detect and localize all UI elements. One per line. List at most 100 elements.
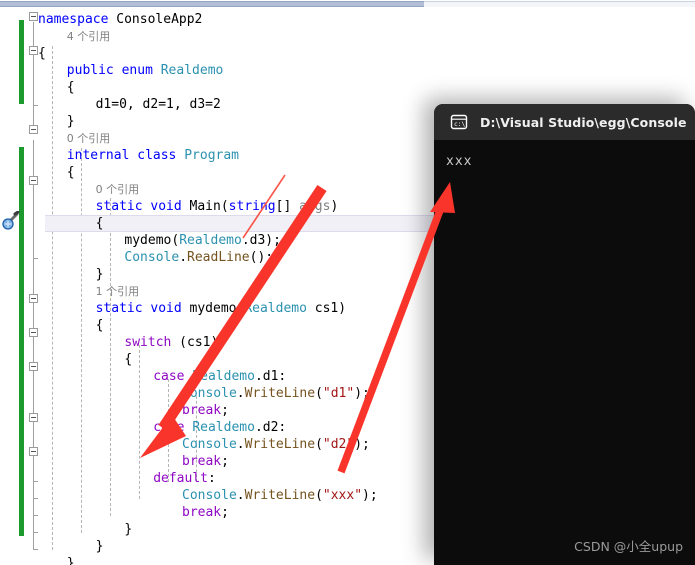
- console-prompt-icon: c:\: [450, 113, 468, 131]
- code-token: .d2:: [254, 420, 287, 435]
- console-title-text: D:\Visual Studio\egg\Console: [480, 114, 687, 130]
- console-output-text: xxx: [446, 154, 473, 169]
- code-token: );: [354, 386, 370, 401]
- code-token: (: [315, 488, 323, 503]
- code-line[interactable]: }: [96, 266, 104, 283]
- code-line[interactable]: }: [67, 555, 75, 565]
- code-line[interactable]: {: [67, 164, 75, 181]
- code-token: Main: [189, 199, 221, 214]
- code-line[interactable]: switch (cs1): [124, 334, 218, 351]
- code-token: {: [124, 352, 133, 367]
- code-token: break: [182, 403, 222, 418]
- code-token: WriteLine: [244, 488, 316, 503]
- console-output-area[interactable]: xxx CSDN @小全upup: [434, 140, 695, 565]
- code-line[interactable]: {: [67, 79, 75, 96]
- code-token: WriteLine: [244, 386, 316, 401]
- code-line[interactable]: 1 个引用: [96, 283, 140, 300]
- code-line[interactable]: break;: [182, 453, 229, 470]
- code-token: {: [66, 165, 75, 180]
- code-token: []: [275, 199, 300, 214]
- code-token: 1 个引用: [95, 285, 140, 298]
- code-token: Realdemo: [192, 420, 255, 435]
- code-token: default: [153, 471, 208, 486]
- console-titlebar[interactable]: c:\ D:\Visual Studio\egg\Console ✕: [434, 104, 695, 140]
- code-token: Realdemo: [244, 301, 307, 316]
- code-token: string: [228, 199, 276, 214]
- code-line[interactable]: static void Main(string[] args): [96, 198, 339, 215]
- code-token: {: [38, 46, 46, 61]
- code-line[interactable]: break;: [182, 504, 229, 521]
- code-token: 4 个引用: [66, 30, 111, 43]
- code-line[interactable]: internal class Program: [67, 147, 239, 164]
- code-token: ;: [221, 454, 229, 469]
- code-line[interactable]: case Realdemo.d1:: [153, 368, 286, 385]
- code-line[interactable]: mydemo(Realdemo.d3);: [124, 232, 281, 249]
- horizontal-scrollbar[interactable]: [0, 0, 695, 8]
- code-token: Realdemo: [192, 369, 255, 384]
- code-token: Console: [124, 250, 180, 265]
- code-token: (: [315, 437, 323, 452]
- code-token: ();: [249, 250, 274, 265]
- code-token: WriteLine: [244, 437, 316, 452]
- code-line[interactable]: {: [124, 351, 132, 368]
- code-token: Console: [182, 386, 237, 401]
- code-token: ;: [221, 505, 229, 520]
- code-token: switch: [124, 335, 172, 350]
- code-token: class: [137, 148, 185, 163]
- code-token: (cs1): [171, 335, 219, 350]
- code-token: 0 个引用: [66, 132, 111, 145]
- code-line[interactable]: Console.ReadLine();: [124, 249, 273, 266]
- code-line[interactable]: case Realdemo.d2:: [153, 419, 286, 436]
- code-line[interactable]: 0 个引用: [67, 130, 111, 147]
- code-line[interactable]: {: [38, 45, 46, 62]
- code-token: enum: [121, 63, 161, 78]
- code-line[interactable]: break;: [182, 402, 229, 419]
- code-token: .: [236, 488, 245, 503]
- code-token: (: [220, 199, 229, 214]
- code-line[interactable]: namespace ConsoleApp2: [38, 11, 202, 28]
- code-line[interactable]: 0 个引用: [96, 181, 140, 198]
- code-token: mydemo: [189, 301, 237, 316]
- code-token: }: [66, 556, 75, 565]
- code-token: cs1): [306, 301, 347, 316]
- code-line[interactable]: }: [67, 113, 75, 130]
- code-line[interactable]: public enum Realdemo: [67, 62, 224, 79]
- code-token: public: [66, 63, 122, 78]
- code-token: .: [236, 437, 245, 452]
- code-token: namespace: [38, 12, 117, 27]
- code-line[interactable]: {: [96, 317, 104, 334]
- scrollbar-thumb[interactable]: [0, 1, 424, 7]
- code-token: args: [299, 199, 331, 214]
- code-token: ;: [221, 403, 229, 418]
- code-line[interactable]: {: [96, 215, 104, 232]
- code-token: static: [95, 199, 151, 214]
- code-token: 0 个引用: [95, 183, 140, 196]
- code-token: static: [95, 301, 151, 316]
- code-token: .d1:: [254, 369, 287, 384]
- code-line[interactable]: Console.WriteLine("d2");: [182, 436, 370, 453]
- code-token: Realdemo: [160, 63, 224, 78]
- code-line[interactable]: 4 个引用: [67, 28, 111, 45]
- code-token: }: [124, 522, 133, 537]
- code-token: (: [315, 386, 323, 401]
- code-line[interactable]: }: [124, 521, 132, 538]
- code-line[interactable]: Console.WriteLine("xxx");: [182, 487, 378, 504]
- code-token: {: [66, 80, 75, 95]
- console-window[interactable]: c:\ D:\Visual Studio\egg\Console ✕ xxx C…: [434, 104, 695, 565]
- code-token: void: [150, 301, 190, 316]
- scrollbar-track-remainder[interactable]: [424, 1, 695, 7]
- code-line[interactable]: }: [96, 538, 104, 555]
- code-token: .: [236, 386, 245, 401]
- code-token: void: [150, 199, 190, 214]
- code-token: .: [179, 250, 188, 265]
- code-line[interactable]: d1=0, d2=1, d3=2: [96, 96, 221, 113]
- code-token: "xxx": [322, 488, 363, 503]
- code-token: internal: [66, 148, 138, 163]
- code-line[interactable]: default:: [153, 470, 216, 487]
- code-line[interactable]: static void mydemo(Realdemo cs1): [96, 300, 347, 317]
- code-token: mydemo: [124, 233, 172, 248]
- code-line[interactable]: Console.WriteLine("d1");: [182, 385, 370, 402]
- code-token: Realdemo: [179, 233, 242, 248]
- code-token: }: [95, 539, 104, 554]
- code-token: case: [153, 369, 185, 384]
